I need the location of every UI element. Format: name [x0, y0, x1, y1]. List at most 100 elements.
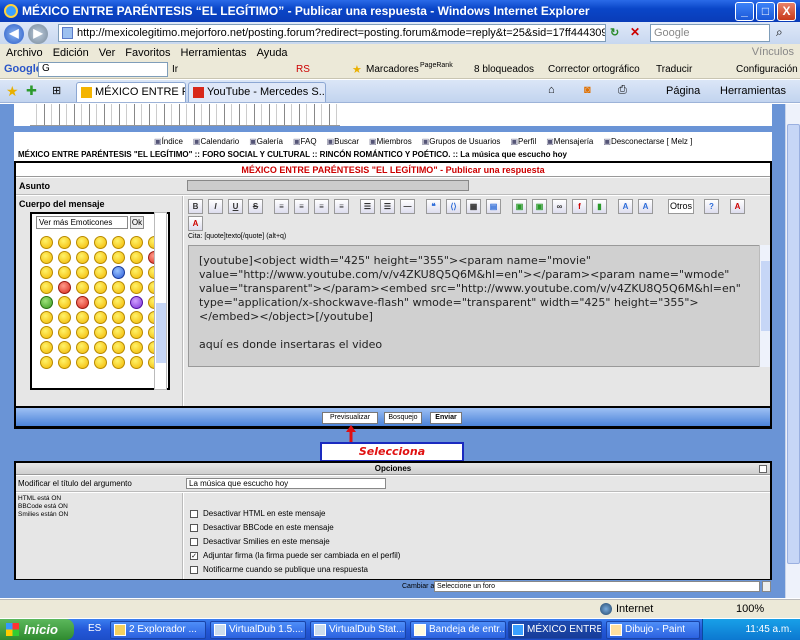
emoticon[interactable]: [58, 296, 71, 309]
emoticon[interactable]: [94, 251, 107, 264]
nav-desconectarse[interactable]: Desconectarse [ Melz ]: [603, 137, 692, 146]
menu-ayuda[interactable]: Ayuda: [257, 47, 288, 59]
page-scrollbar[interactable]: [785, 104, 800, 598]
task-ie-active[interactable]: MÉXICO ENTRE...: [508, 621, 602, 639]
emoticon[interactable]: [94, 341, 107, 354]
editor-scrollbar[interactable]: [759, 245, 770, 367]
hr-icon[interactable]: —: [400, 199, 415, 214]
emoticon[interactable]: [94, 236, 107, 249]
emoticon[interactable]: [40, 266, 53, 279]
emoticon[interactable]: [58, 326, 71, 339]
emoticon[interactable]: [112, 281, 125, 294]
scrollbar-thumb[interactable]: [787, 124, 800, 564]
emoticon[interactable]: [130, 341, 143, 354]
emoticon[interactable]: [58, 251, 71, 264]
web-search-input[interactable]: Google: [650, 24, 770, 42]
home-icon[interactable]: ⌂: [548, 84, 555, 96]
opt-notify[interactable]: Notificarme cuando se publique una respu…: [190, 565, 368, 574]
emoticon[interactable]: [112, 296, 125, 309]
nav-buscar[interactable]: Buscar: [327, 137, 359, 146]
emoticon[interactable]: [112, 266, 125, 279]
nav-mensajeria[interactable]: Mensajería: [546, 137, 594, 146]
emoticon[interactable]: [94, 311, 107, 324]
opt-disable-html[interactable]: Desactivar HTML en este mensaje: [190, 509, 325, 518]
emoticon[interactable]: [76, 326, 89, 339]
emoticon-select[interactable]: Ver más Emoticones: [36, 216, 128, 229]
emoticon[interactable]: [112, 326, 125, 339]
add-favorite-icon[interactable]: ✚: [26, 83, 37, 99]
font-color-icon[interactable]: A: [188, 216, 203, 231]
underline-button[interactable]: U: [228, 199, 243, 214]
spoiler-icon[interactable]: ▤: [486, 199, 501, 214]
preview-button[interactable]: Previsualizar: [322, 412, 378, 424]
favorites-star-icon[interactable]: ★: [6, 83, 19, 100]
menu-ver[interactable]: Ver: [99, 47, 116, 59]
image-upload-icon[interactable]: ▣: [532, 199, 547, 214]
remove-format-icon[interactable]: A: [730, 199, 745, 214]
minimize-button[interactable]: _: [735, 2, 754, 21]
emoticon[interactable]: [40, 296, 53, 309]
emoticon[interactable]: [40, 356, 53, 369]
emoticon[interactable]: [58, 281, 71, 294]
message-editor[interactable]: [youtube]<object width="425" height="355…: [188, 245, 760, 367]
emoticon[interactable]: [94, 281, 107, 294]
flash-icon[interactable]: f: [572, 199, 587, 214]
emoticon[interactable]: [40, 236, 53, 249]
bold-button[interactable]: B: [188, 199, 203, 214]
nav-miembros[interactable]: Miembros: [369, 137, 412, 146]
translate-button[interactable]: Traducir: [656, 64, 692, 75]
emoticon[interactable]: [40, 311, 53, 324]
task-inbox[interactable]: Bandeja de entr...: [410, 621, 506, 639]
task-virtualdub-status[interactable]: VirtualDub Stat...: [310, 621, 406, 639]
emoticon[interactable]: [94, 326, 107, 339]
nav-perfil[interactable]: Perfil: [510, 137, 536, 146]
numbered-list-icon[interactable]: ☰: [380, 199, 395, 214]
language-indicator[interactable]: ES: [88, 623, 101, 634]
refresh-icon[interactable]: ↻: [610, 26, 619, 39]
checkbox[interactable]: [190, 509, 198, 518]
emoticon-scrollbar[interactable]: [154, 212, 167, 390]
link-icon[interactable]: ∞: [552, 199, 567, 214]
rs-button[interactable]: RS: [296, 64, 310, 75]
subject-input[interactable]: [187, 180, 469, 191]
emoticon[interactable]: [112, 251, 125, 264]
emoticon[interactable]: [130, 281, 143, 294]
emoticon[interactable]: [76, 266, 89, 279]
nav-indice[interactable]: Índice: [154, 137, 183, 146]
google-search-input[interactable]: G: [38, 62, 168, 77]
send-button[interactable]: Enviar: [430, 412, 462, 424]
emoticon[interactable]: [112, 236, 125, 249]
tools-menu[interactable]: Herramientas: [720, 85, 786, 97]
emoticon[interactable]: [130, 236, 143, 249]
close-button[interactable]: X: [777, 2, 796, 21]
emoticon[interactable]: [130, 311, 143, 324]
table-icon[interactable]: ▦: [466, 199, 481, 214]
emoticon[interactable]: [112, 356, 125, 369]
feeds-icon[interactable]: ◙: [584, 84, 591, 96]
checkbox-checked[interactable]: ✓: [190, 551, 198, 560]
quick-tabs-icon[interactable]: ⊞: [52, 84, 61, 97]
menu-favoritos[interactable]: Favoritos: [125, 47, 170, 59]
emoticon[interactable]: [76, 236, 89, 249]
emoticon[interactable]: [76, 281, 89, 294]
emoticon[interactable]: [58, 356, 71, 369]
popup-blocked-button[interactable]: 8 bloqueados: [474, 64, 534, 75]
emoticon[interactable]: [40, 326, 53, 339]
bookmarks-button[interactable]: Marcadores: [366, 64, 419, 75]
emoticon[interactable]: [112, 311, 125, 324]
emoticon[interactable]: [76, 356, 89, 369]
maximize-button[interactable]: □: [756, 2, 775, 21]
emoticon[interactable]: [130, 296, 143, 309]
emoticon[interactable]: [130, 266, 143, 279]
emoticon[interactable]: [130, 326, 143, 339]
task-paint[interactable]: Dibujo - Paint: [606, 621, 700, 639]
menu-archivo[interactable]: Archivo: [6, 47, 43, 59]
list-icon[interactable]: ☰: [360, 199, 375, 214]
url-input[interactable]: http://mexicolegitimo.mejorforo.net/post…: [58, 24, 606, 42]
collapse-icon[interactable]: [759, 465, 767, 473]
back-arrow-icon[interactable]: ◀: [4, 24, 24, 44]
forward-arrow-icon[interactable]: ▶: [28, 24, 48, 44]
checkbox[interactable]: [190, 565, 198, 574]
align-left-icon[interactable]: ≡: [274, 199, 289, 214]
settings-button[interactable]: Configuración: [736, 64, 798, 75]
